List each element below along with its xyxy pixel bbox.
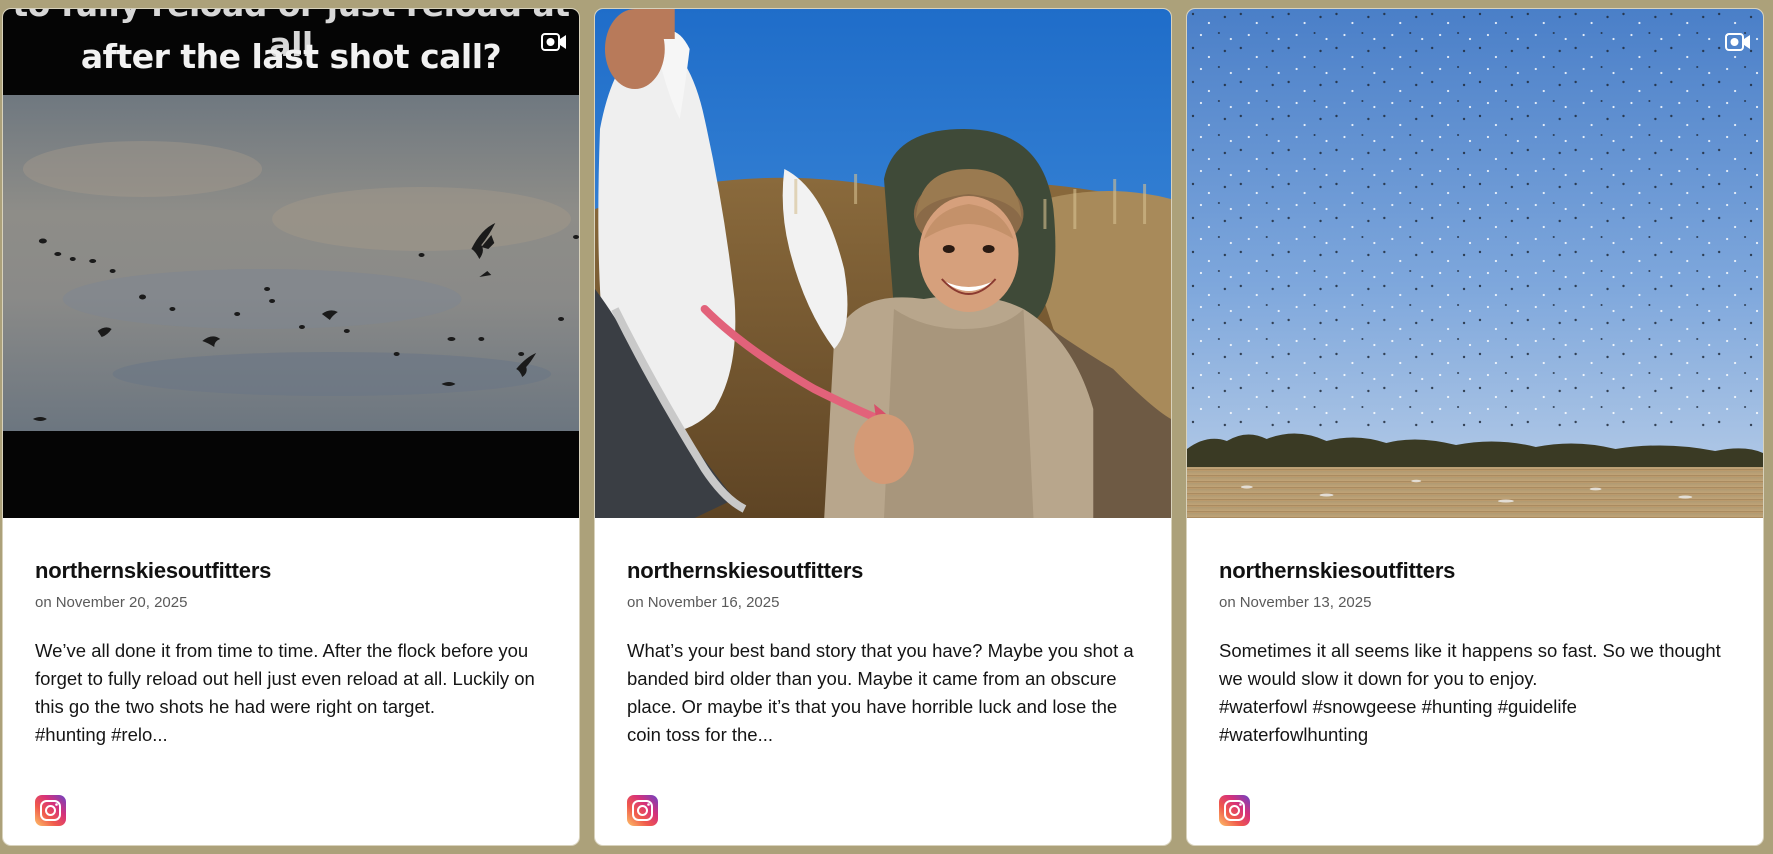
video-camera-icon <box>1725 33 1750 51</box>
video-camera-icon <box>541 33 566 51</box>
post-card-2[interactable]: northernskiesoutfitters on November 16, 2… <box>594 8 1172 846</box>
post-media-image[interactable] <box>595 9 1171 518</box>
date-prefix: on <box>1219 594 1236 611</box>
post-card-1[interactable]: to fully reload or just reload at all af… <box>2 8 580 846</box>
post-author[interactable]: northernskiesoutfitters <box>1219 557 1731 585</box>
date-value: November 16, 2025 <box>647 594 780 611</box>
post-media-video[interactable]: to fully reload or just reload at all af… <box>3 9 579 518</box>
post-media-video[interactable] <box>1187 9 1763 518</box>
post-author[interactable]: northernskiesoutfitters <box>627 557 1139 585</box>
post-card-3[interactable]: northernskiesoutfitters on November 13, 2… <box>1186 8 1764 846</box>
date-value: November 20, 2025 <box>55 594 188 611</box>
post-caption: What’s your best band story that you hav… <box>627 640 1134 745</box>
instagram-icon[interactable] <box>1219 795 1250 826</box>
photo-hunter-with-snow-goose <box>595 9 1171 518</box>
post-author[interactable]: northernskiesoutfitters <box>35 557 547 585</box>
video-thumbnail-birds-flock <box>3 9 579 518</box>
instagram-icon[interactable] <box>35 795 66 826</box>
date-prefix: on <box>627 594 644 611</box>
post-date: on November 16, 2025 <box>627 593 1139 613</box>
post-date: on November 20, 2025 <box>35 593 547 613</box>
date-prefix: on <box>35 594 52 611</box>
post-caption: Sometimes it all seems like it happens s… <box>1219 640 1721 745</box>
post-caption: We’ve all done it from time to time. Aft… <box>35 640 535 745</box>
date-value: November 13, 2025 <box>1239 594 1372 611</box>
video-caption-overlay: after the last shot call? <box>80 37 502 76</box>
video-thumbnail-snow-geese-field <box>1187 9 1763 518</box>
post-date: on November 13, 2025 <box>1219 593 1731 613</box>
instagram-icon[interactable] <box>627 795 658 826</box>
